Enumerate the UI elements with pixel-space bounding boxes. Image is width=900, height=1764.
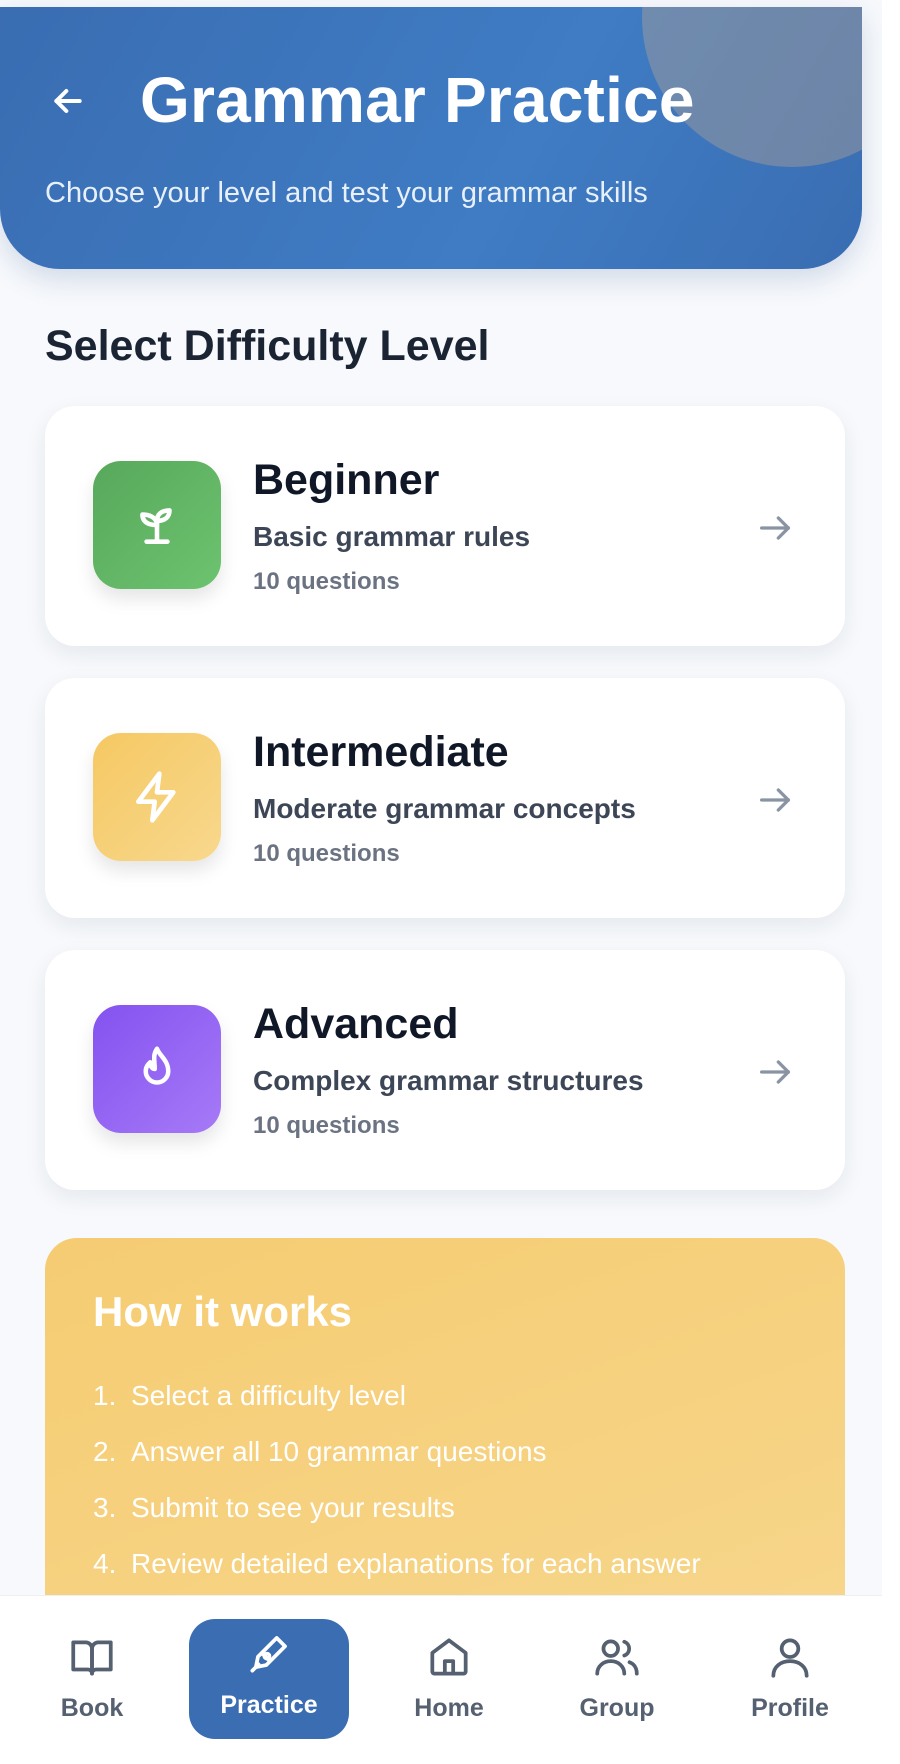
bottom-nav: Book Practice Home Group Profile	[0, 1595, 882, 1764]
level-description: Complex grammar structures	[253, 1065, 644, 1096]
page-title: Grammar Practice	[140, 64, 695, 136]
nav-item-home[interactable]: Home	[374, 1622, 524, 1742]
level-icon-box	[93, 1005, 221, 1133]
page-edge	[882, 0, 900, 1764]
header: Grammar Practice Choose your level and t…	[0, 7, 862, 269]
level-description: Moderate grammar concepts	[253, 793, 636, 824]
arrow-right-icon	[760, 516, 790, 540]
sprout-icon	[140, 508, 172, 544]
back-button[interactable]	[44, 77, 92, 125]
nav-item-group[interactable]: Group	[542, 1622, 692, 1742]
how-it-works-title: How it works	[93, 1288, 353, 1335]
app-viewport: Grammar Practice Choose your level and t…	[0, 0, 900, 1764]
arrow-right-icon	[760, 788, 790, 812]
level-card-beginner[interactable]: Beginner Basic grammar rules 10 question…	[45, 406, 845, 646]
group-icon	[595, 1639, 639, 1676]
nav-label: Home	[414, 1694, 484, 1722]
step-text: Select a difficulty level	[131, 1380, 406, 1411]
home-icon	[430, 1638, 468, 1676]
step-number: 1.	[93, 1380, 117, 1411]
step-item: 3. Submit to see your results	[93, 1480, 701, 1536]
nav-item-book[interactable]: Book	[17, 1622, 167, 1742]
pen-icon	[250, 1636, 287, 1673]
step-item: 2. Answer all 10 grammar questions	[93, 1424, 701, 1480]
book-icon	[71, 1640, 113, 1676]
step-number: 4.	[93, 1548, 117, 1579]
lightning-icon	[136, 771, 176, 823]
nav-label: Book	[60, 1694, 124, 1722]
how-it-works-steps: 1. Select a difficulty level 2. Answer all…	[93, 1368, 701, 1592]
arrow-right-icon	[760, 1060, 790, 1084]
step-number: 3.	[93, 1492, 117, 1523]
level-title: Beginner	[253, 456, 440, 504]
level-question-count: 10 questions	[253, 568, 400, 595]
level-question-count: 10 questions	[253, 1112, 400, 1139]
nav-label: Practice	[220, 1691, 318, 1719]
level-icon-box	[93, 461, 221, 589]
app-content: Grammar Practice Choose your level and t…	[0, 0, 900, 1600]
step-text: Answer all 10 grammar questions	[131, 1436, 547, 1467]
level-title: Intermediate	[253, 728, 509, 776]
nav-label: Profile	[751, 1694, 829, 1722]
page-subtitle: Choose your level and test your grammar …	[45, 177, 648, 209]
level-question-count: 10 questions	[253, 840, 400, 867]
level-title: Advanced	[253, 1000, 459, 1048]
nav-item-profile[interactable]: Profile	[715, 1622, 865, 1742]
level-card-advanced[interactable]: Advanced Complex grammar structures 10 q…	[45, 950, 845, 1190]
level-description: Basic grammar rules	[253, 521, 531, 552]
step-number: 2.	[93, 1436, 117, 1467]
section-title: Select Difficulty Level	[45, 322, 490, 370]
nav-label: Group	[579, 1694, 655, 1722]
level-card-intermediate[interactable]: Intermediate Moderate grammar concepts 1…	[45, 678, 845, 918]
arrow-left-icon	[54, 89, 82, 113]
user-icon	[771, 1638, 809, 1678]
step-item: 1. Select a difficulty level	[93, 1368, 701, 1424]
level-icon-box	[93, 733, 221, 861]
step-item: 4. Review detailed explanations for each …	[93, 1536, 701, 1592]
step-text: Submit to see your results	[131, 1492, 455, 1523]
nav-item-practice[interactable]: Practice	[189, 1619, 349, 1739]
flame-icon	[143, 1046, 171, 1085]
how-it-works-card: How it works 1. Select a difficulty level…	[45, 1238, 845, 1600]
step-text: Review detailed explanations for each an…	[131, 1548, 701, 1579]
